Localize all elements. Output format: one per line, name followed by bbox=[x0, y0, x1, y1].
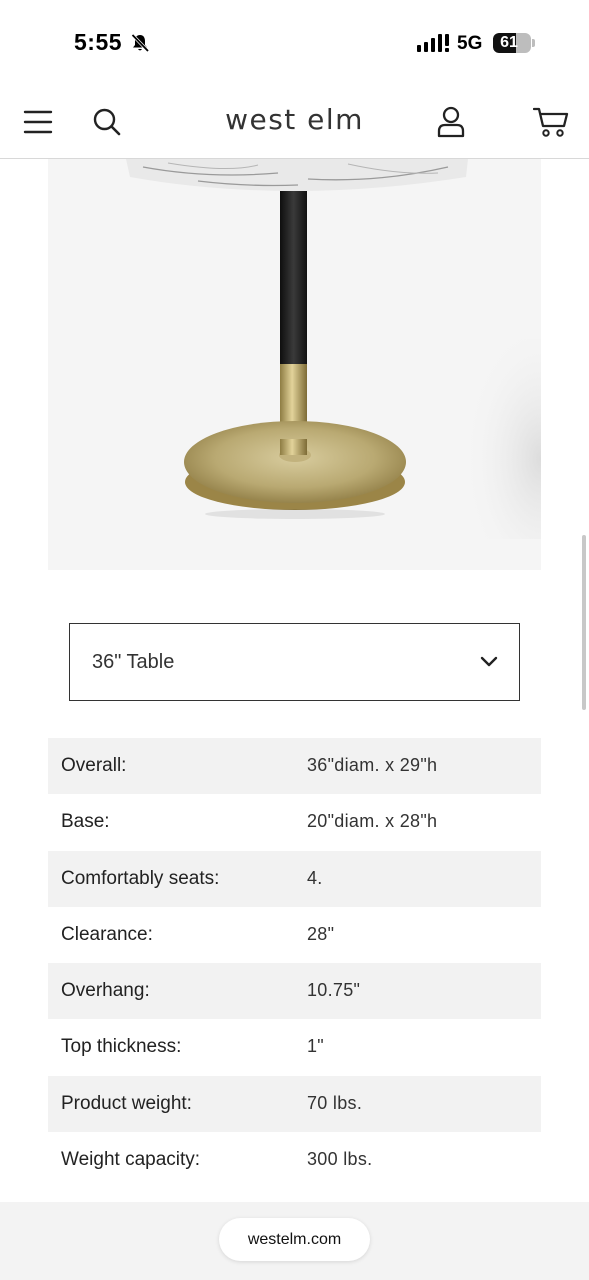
status-time: 5:55 bbox=[74, 29, 123, 55]
spec-label: Top thickness: bbox=[61, 1036, 182, 1058]
site-header: west elm bbox=[0, 84, 589, 159]
spec-row-overall: Overall: 36"diam. x 29"h bbox=[48, 738, 541, 795]
account-button[interactable] bbox=[429, 100, 473, 144]
battery-level: 61 bbox=[500, 34, 518, 51]
spec-label: Weight capacity: bbox=[61, 1149, 201, 1171]
spec-value: 28" bbox=[307, 923, 335, 944]
battery-icon: 61 bbox=[493, 33, 531, 53]
chevron-down-icon bbox=[480, 656, 498, 667]
browser-toolbar: westelm.com bbox=[0, 1202, 589, 1280]
cart-icon bbox=[533, 107, 569, 137]
specs-table: Overall: 36"diam. x 29"h Base: 20"diam. … bbox=[48, 738, 541, 1188]
spec-value: 4. bbox=[307, 867, 323, 888]
spec-row-base: Base: 20"diam. x 28"h bbox=[48, 794, 541, 850]
spec-label: Clearance: bbox=[61, 923, 153, 945]
spec-row-seats: Comfortably seats: 4. bbox=[48, 850, 541, 907]
spec-row-overhang: Overhang: 10.75" bbox=[48, 963, 541, 1020]
bell-slash-icon bbox=[131, 33, 150, 53]
size-select[interactable]: 36" Table bbox=[69, 623, 520, 701]
scrollbar[interactable] bbox=[582, 535, 586, 710]
battery-cap bbox=[532, 39, 535, 47]
spec-label: Base: bbox=[61, 811, 110, 833]
spec-row-clearance: Clearance: 28" bbox=[48, 907, 541, 963]
spec-label: Overhang: bbox=[61, 980, 150, 1002]
network-label: 5G bbox=[457, 33, 483, 54]
spec-label: Product weight: bbox=[61, 1092, 192, 1114]
size-select-value: 36" Table bbox=[92, 651, 175, 673]
spec-label: Overall: bbox=[61, 755, 127, 776]
status-bar: 5:55 5G 61 bbox=[0, 0, 589, 84]
spec-value: 70 lbs. bbox=[307, 1092, 363, 1113]
spec-label: Comfortably seats: bbox=[61, 867, 220, 889]
spec-value: 1" bbox=[307, 1036, 325, 1057]
spec-value: 20"diam. x 28"h bbox=[307, 811, 438, 832]
signal-bars-icon bbox=[417, 34, 449, 52]
spec-value: 10.75" bbox=[307, 980, 361, 1001]
spec-row-top-thickness: Top thickness: 1" bbox=[48, 1019, 541, 1075]
spec-row-weight-capacity: Weight capacity: 300 lbs. bbox=[48, 1132, 541, 1188]
account-icon bbox=[437, 106, 465, 138]
cart-button[interactable] bbox=[529, 100, 573, 144]
table-illustration bbox=[126, 159, 541, 539]
spec-row-product-weight: Product weight: 70 lbs. bbox=[48, 1075, 541, 1133]
spec-value: 300 lbs. bbox=[307, 1149, 373, 1170]
brand-logo[interactable]: west elm bbox=[0, 103, 589, 136]
product-image[interactable] bbox=[48, 159, 541, 570]
spec-value: 36"diam. x 29"h bbox=[307, 755, 438, 775]
address-bar[interactable]: westelm.com bbox=[219, 1218, 370, 1261]
